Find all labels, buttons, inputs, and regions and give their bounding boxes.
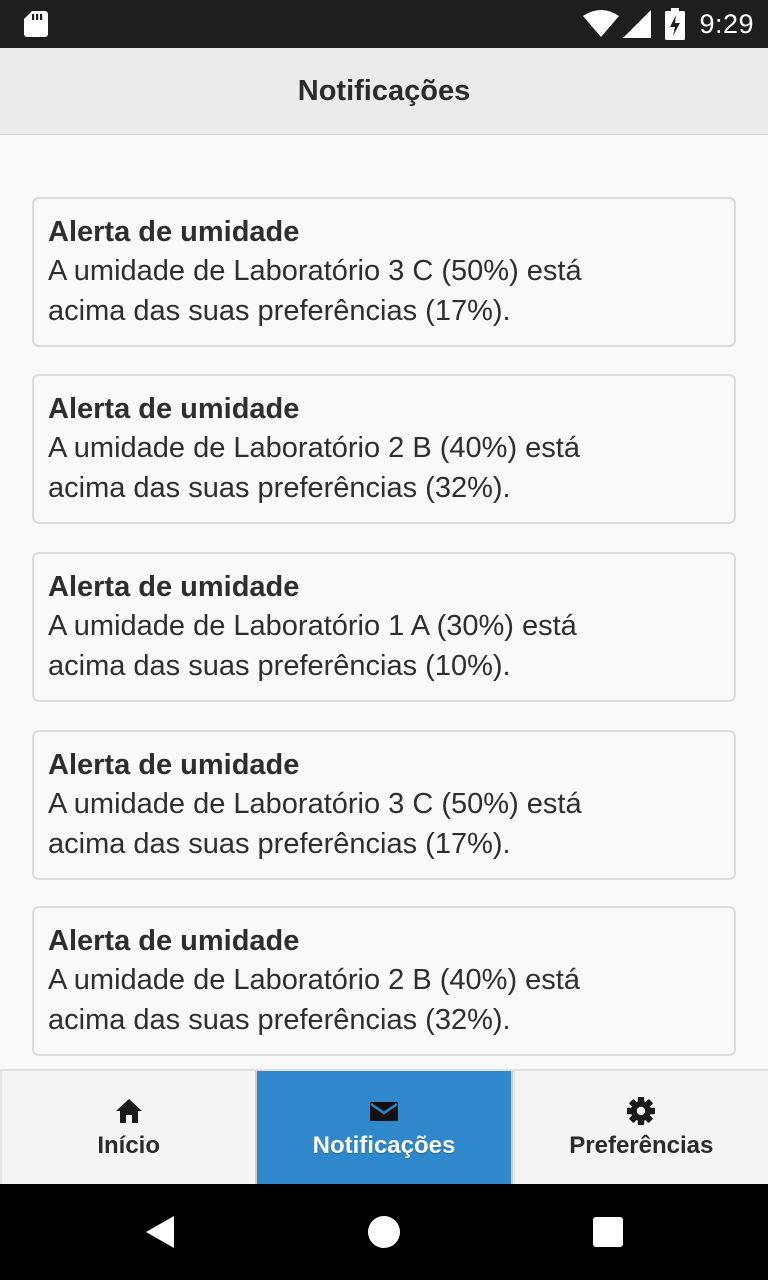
notification-title: Alerta de umidade xyxy=(48,925,300,957)
notification-text-line1: A umidade de Laboratório 1 A (30%) está xyxy=(48,610,577,642)
tab-preferencias[interactable]: Preferências xyxy=(512,1071,768,1184)
gear-icon xyxy=(627,1096,656,1125)
notification-text-line1: A umidade de Laboratório 2 B (40%) está xyxy=(48,964,580,996)
notification-text-line1: A umidade de Laboratório 3 C (50%) está xyxy=(48,788,582,820)
notification-title: Alerta de umidade xyxy=(48,393,300,425)
notification-title: Alerta de umidade xyxy=(48,571,300,603)
status-icons: 9:29 xyxy=(583,0,754,48)
home-circle-icon[interactable] xyxy=(366,1214,402,1250)
bottom-tab-bar: Início Notificações Preferências xyxy=(0,1069,768,1184)
notification-text-line2: acima das suas preferências (17%). xyxy=(48,828,511,860)
app-screen: 9:29 Notificações Alerta de umidade A um… xyxy=(0,0,768,1280)
tab-label: Início xyxy=(97,1131,160,1159)
notification-title: Alerta de umidade xyxy=(48,216,300,248)
notification-text-line2: acima das suas preferências (17%). xyxy=(48,295,511,327)
notifications-list[interactable]: Alerta de umidade A umidade de Laboratór… xyxy=(0,135,768,1069)
app-header: Notificações xyxy=(0,48,768,135)
notification-card[interactable]: Alerta de umidade A umidade de Laboratór… xyxy=(32,730,736,880)
notification-text-line2: acima das suas preferências (32%). xyxy=(48,472,511,504)
tab-label: Preferências xyxy=(569,1131,714,1159)
sd-card-icon xyxy=(24,11,48,37)
tab-inicio[interactable]: Início xyxy=(0,1071,255,1184)
notification-text-line1: A umidade de Laboratório 3 C (50%) está xyxy=(48,255,582,287)
status-time: 9:29 xyxy=(699,8,754,39)
notification-card[interactable]: Alerta de umidade A umidade de Laboratór… xyxy=(32,552,736,702)
recents-square-icon[interactable] xyxy=(590,1214,626,1250)
envelope-icon xyxy=(369,1101,398,1121)
notification-text-line2: acima das suas preferências (32%). xyxy=(48,1004,511,1036)
tab-notificacoes[interactable]: Notificações xyxy=(255,1071,513,1184)
wifi-icon xyxy=(583,10,620,37)
back-icon[interactable] xyxy=(144,1214,180,1250)
notification-text-line1: A umidade de Laboratório 2 B (40%) está xyxy=(48,432,580,464)
notification-card[interactable]: Alerta de umidade A umidade de Laboratór… xyxy=(32,197,736,347)
notification-card[interactable]: Alerta de umidade A umidade de Laboratór… xyxy=(32,374,736,524)
notification-text-line2: acima das suas preferências (10%). xyxy=(48,650,511,682)
battery-charging-icon xyxy=(665,8,686,40)
home-icon xyxy=(115,1098,142,1123)
system-nav-bar xyxy=(0,1184,768,1280)
notification-title: Alerta de umidade xyxy=(48,749,300,781)
tab-label: Notificações xyxy=(312,1131,456,1159)
status-bar: 9:29 xyxy=(0,0,768,48)
notification-card[interactable]: Alerta de umidade A umidade de Laboratór… xyxy=(32,906,736,1056)
page-title: Notificações xyxy=(297,74,471,107)
signal-icon xyxy=(623,10,652,38)
